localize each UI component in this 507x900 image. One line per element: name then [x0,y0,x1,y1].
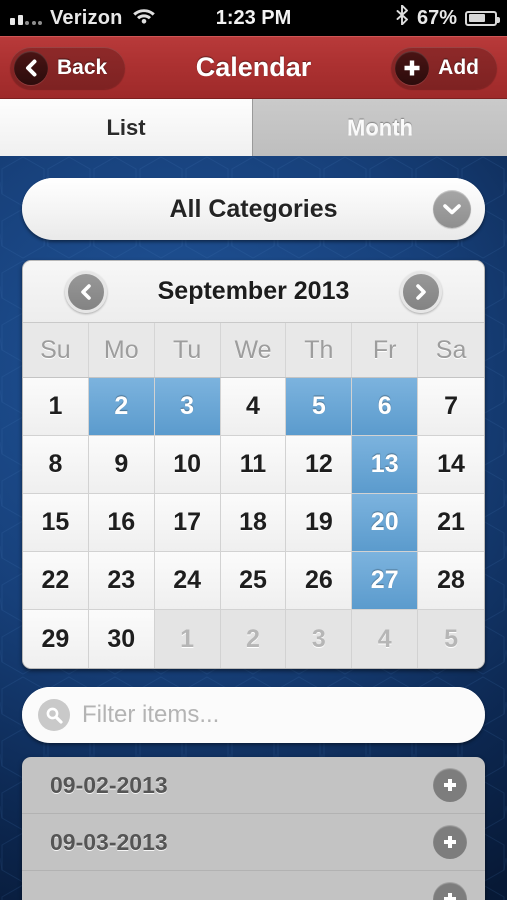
event-list: 09-02-2013 09-03-2013 [22,757,485,900]
category-dropdown[interactable]: All Categories [22,178,485,240]
calendar-widget: September 2013 Su Mo Tu We Th Fr Sa 1234567891… [22,260,485,669]
next-month-button[interactable] [400,270,442,313]
calendar-day-cell[interactable]: 24 [154,552,221,610]
list-item[interactable]: 09-02-2013 [22,757,485,814]
chevron-down-icon [433,190,471,228]
calendar-month-title: September 2013 [157,277,350,305]
day-header-th: Th [286,323,353,377]
calendar-day-cell[interactable]: 4 [220,378,287,436]
calendar-day-cell[interactable]: 5 [418,610,484,668]
tab-list-label: List [106,114,146,140]
back-button[interactable]: Back [10,46,126,89]
calendar-day-cell[interactable]: 21 [418,494,484,552]
tab-month[interactable]: Month [253,99,507,156]
status-bar-left: Verizon [10,6,157,30]
calendar-day-cell[interactable]: 17 [154,494,221,552]
status-bar-right: 67% [396,4,500,31]
calendar-day-cell[interactable]: 15 [23,494,89,552]
plus-icon[interactable] [433,825,467,859]
filter-input-placeholder: Filter items... [82,701,220,728]
calendar-day-cell[interactable]: 2 [88,378,155,436]
tab-list[interactable]: List [0,99,253,156]
list-item[interactable] [22,871,485,900]
category-filter-section: All Categories [0,156,507,240]
calendar-day-cell[interactable]: 22 [23,552,89,610]
chevron-left-icon [14,50,48,85]
previous-month-button[interactable] [65,270,107,313]
main-content: All Categories September 2013 Su Mo Tu W… [0,156,507,900]
calendar-day-cell[interactable]: 7 [418,378,484,436]
calendar-day-cell[interactable]: 23 [88,552,155,610]
calendar-day-cell[interactable]: 14 [418,436,484,494]
calendar-day-cell[interactable]: 12 [286,436,353,494]
day-header-mo: Mo [89,323,155,377]
calendar-day-cell[interactable]: 9 [88,436,155,494]
day-header-we: We [221,323,287,377]
add-button-label: Add [438,55,479,79]
view-tabs: List Month [0,98,507,156]
day-header-sa: Sa [435,335,467,364]
calendar-day-cell[interactable]: 4 [352,610,419,668]
calendar-day-cell[interactable]: 29 [23,610,89,668]
calendar-day-cell[interactable]: 16 [88,494,155,552]
search-icon [38,699,70,731]
calendar-day-cell[interactable]: 8 [23,436,89,494]
calendar-day-cell[interactable]: 1 [154,610,221,668]
calendar-day-cell[interactable]: 5 [286,378,353,436]
calendar-header: September 2013 [23,261,484,323]
bluetooth-icon [396,4,409,31]
filter-section: Filter items... [0,669,507,743]
cellular-signal-icon [10,11,42,25]
plus-icon [395,50,430,85]
navigation-bar: Back Calendar Add [0,36,507,98]
calendar-day-cell[interactable]: 3 [286,610,353,668]
calendar-day-cell[interactable]: 25 [220,552,287,610]
calendar-day-cell[interactable]: 27 [352,552,419,610]
day-header-su: Su [23,323,89,377]
calendar-day-cell[interactable]: 18 [220,494,287,552]
status-bar: Verizon 1:23 PM 67% [0,0,507,36]
calendar-day-cell[interactable]: 30 [88,610,155,668]
calendar-day-cell[interactable]: 2 [220,610,287,668]
day-of-week-header: Su Mo Tu We Th Fr Sa [23,323,484,378]
carrier-label: Verizon [50,6,123,29]
plus-icon[interactable] [433,768,467,802]
event-list-section: 09-02-2013 09-03-2013 [0,743,507,900]
list-item-date: 09-03-2013 [50,828,168,855]
calendar-day-cell[interactable]: 11 [220,436,287,494]
day-header-fr: Fr [352,323,419,377]
day-header-tu: Tu [155,323,221,377]
calendar-day-cell[interactable]: 10 [154,436,221,494]
category-dropdown-label: All Categories [169,194,338,223]
calendar-day-cell[interactable]: 20 [352,494,419,552]
phone-screen: Verizon 1:23 PM 67% Back Calendar Add Li… [0,0,507,900]
calendar-day-cell[interactable]: 13 [352,436,419,494]
add-button[interactable]: Add [391,46,497,89]
wifi-icon [131,6,157,30]
tab-month-label: Month [347,114,413,140]
calendar-day-cell[interactable]: 19 [286,494,353,552]
calendar-day-cell[interactable]: 28 [418,552,484,610]
filter-input-container[interactable]: Filter items... [22,687,485,743]
battery-icon [465,10,500,26]
list-item-date: 09-02-2013 [50,771,168,798]
back-button-label: Back [57,55,108,79]
calendar-day-cell[interactable]: 6 [352,378,419,436]
calendar-day-cell[interactable]: 3 [154,378,221,436]
calendar-day-cell[interactable]: 1 [23,378,89,436]
calendar-section: September 2013 Su Mo Tu We Th Fr Sa 1234567891… [0,240,507,669]
calendar-day-cell[interactable]: 26 [286,552,353,610]
plus-icon[interactable] [433,882,467,900]
calendar-day-grid: 1 2 3 4 5 6 7 8 9 10 11 12 13 14 15 16 17 18 19 20 21 22 23 24 2… [23,378,484,668]
battery-percent-label: 67% [416,6,457,29]
list-item[interactable]: 09-03-2013 [22,814,485,871]
